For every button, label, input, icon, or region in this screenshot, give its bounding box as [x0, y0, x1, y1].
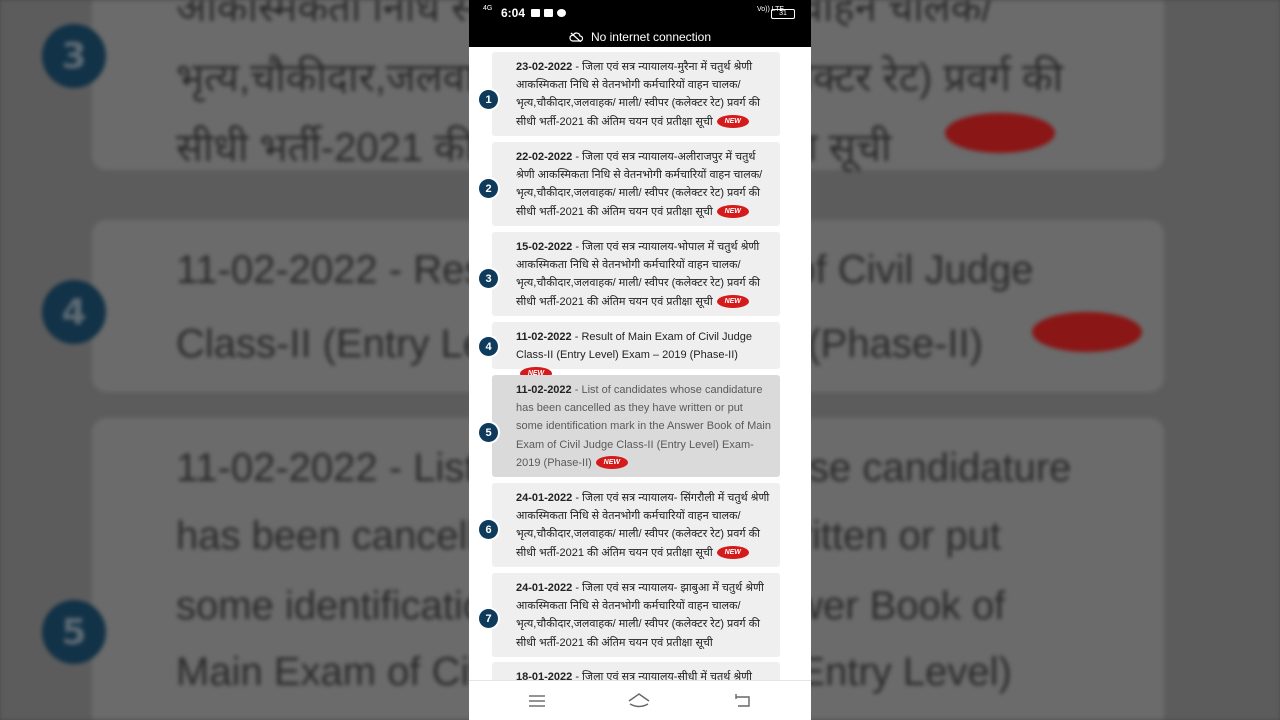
item-number-badge: 1 — [479, 90, 498, 109]
bg-new-badge — [945, 113, 1055, 153]
notice-list: 23-02-2022 - जिला एवं सत्र न्यायालय-मुरै… — [469, 47, 811, 680]
item-date: 23-02-2022 — [516, 61, 573, 73]
list-item[interactable]: 22-02-2022 - जिला एवं सत्र न्यायालय-अलीर… — [492, 142, 780, 226]
item-text: - List of candidates whose candidature h… — [516, 384, 771, 469]
list-item[interactable]: 11-02-2022 - Result of Main Exam of Civi… — [492, 322, 780, 380]
item-date: 18-01-2022 — [516, 671, 573, 680]
bg-number-badge: 5 — [42, 600, 106, 664]
offline-text: No internet connection — [590, 30, 712, 44]
item-date: 24-01-2022 — [516, 492, 573, 504]
status-time: 6:04 — [501, 6, 526, 20]
new-badge: NEW — [716, 205, 749, 219]
new-badge: NEW — [716, 295, 749, 309]
item-number-badge: 2 — [479, 179, 498, 198]
list-item-active[interactable]: 11-02-2022 - List of candidates whose ca… — [492, 375, 780, 477]
item-number-badge: 3 — [479, 269, 498, 288]
bg-number-badge: 3 — [42, 24, 106, 88]
list-item[interactable]: 18-01-2022 - जिला एवं सत्र न्यायालय-सीधी… — [492, 662, 780, 680]
network-indicator: 4G — [483, 5, 493, 12]
item-number-badge: 5 — [479, 423, 498, 442]
battery-icon: 31 — [771, 9, 795, 19]
video-icon — [544, 9, 553, 17]
bg-number-badge: 4 — [42, 280, 106, 344]
new-badge: NEW — [716, 546, 749, 560]
item-date: 24-01-2022 — [516, 582, 573, 594]
back-icon[interactable] — [732, 691, 754, 711]
item-number-badge: 4 — [479, 337, 498, 356]
item-text: - जिला एवं सत्र न्यायालय-सीधी में चतुर्थ… — [572, 671, 752, 680]
item-date: 11-02-2022 — [516, 331, 572, 343]
list-item[interactable]: 24-01-2022 - जिला एवं सत्र न्यायालय- सिं… — [492, 483, 780, 567]
offline-banner: No internet connection — [469, 27, 811, 47]
item-date: 15-02-2022 — [516, 241, 573, 253]
phone-screen: 4G 6:04 Vo)) LTE 31 No internet connecti… — [469, 0, 811, 720]
list-item[interactable]: 23-02-2022 - जिला एवं सत्र न्यायालय-मुरै… — [492, 52, 780, 136]
new-badge: NEW — [595, 456, 628, 470]
navigation-bar — [469, 680, 811, 720]
bg-new-badge — [1032, 312, 1142, 352]
new-badge: NEW — [716, 115, 749, 129]
item-number-badge: 6 — [479, 520, 498, 539]
cloud-off-icon — [569, 32, 583, 42]
item-date: 22-02-2022 — [516, 151, 573, 163]
shield-icon — [557, 9, 566, 17]
notification-icon — [531, 9, 540, 17]
home-icon[interactable] — [628, 691, 650, 711]
menu-icon[interactable] — [526, 691, 548, 711]
status-bar: 4G 6:04 Vo)) LTE 31 — [469, 0, 811, 27]
item-date: 11-02-2022 — [516, 384, 572, 396]
list-item[interactable]: 24-01-2022 - जिला एवं सत्र न्यायालय- झाब… — [492, 573, 780, 657]
list-item[interactable]: 15-02-2022 - जिला एवं सत्र न्यायालय-भोपा… — [492, 232, 780, 316]
item-number-badge: 7 — [479, 609, 498, 628]
